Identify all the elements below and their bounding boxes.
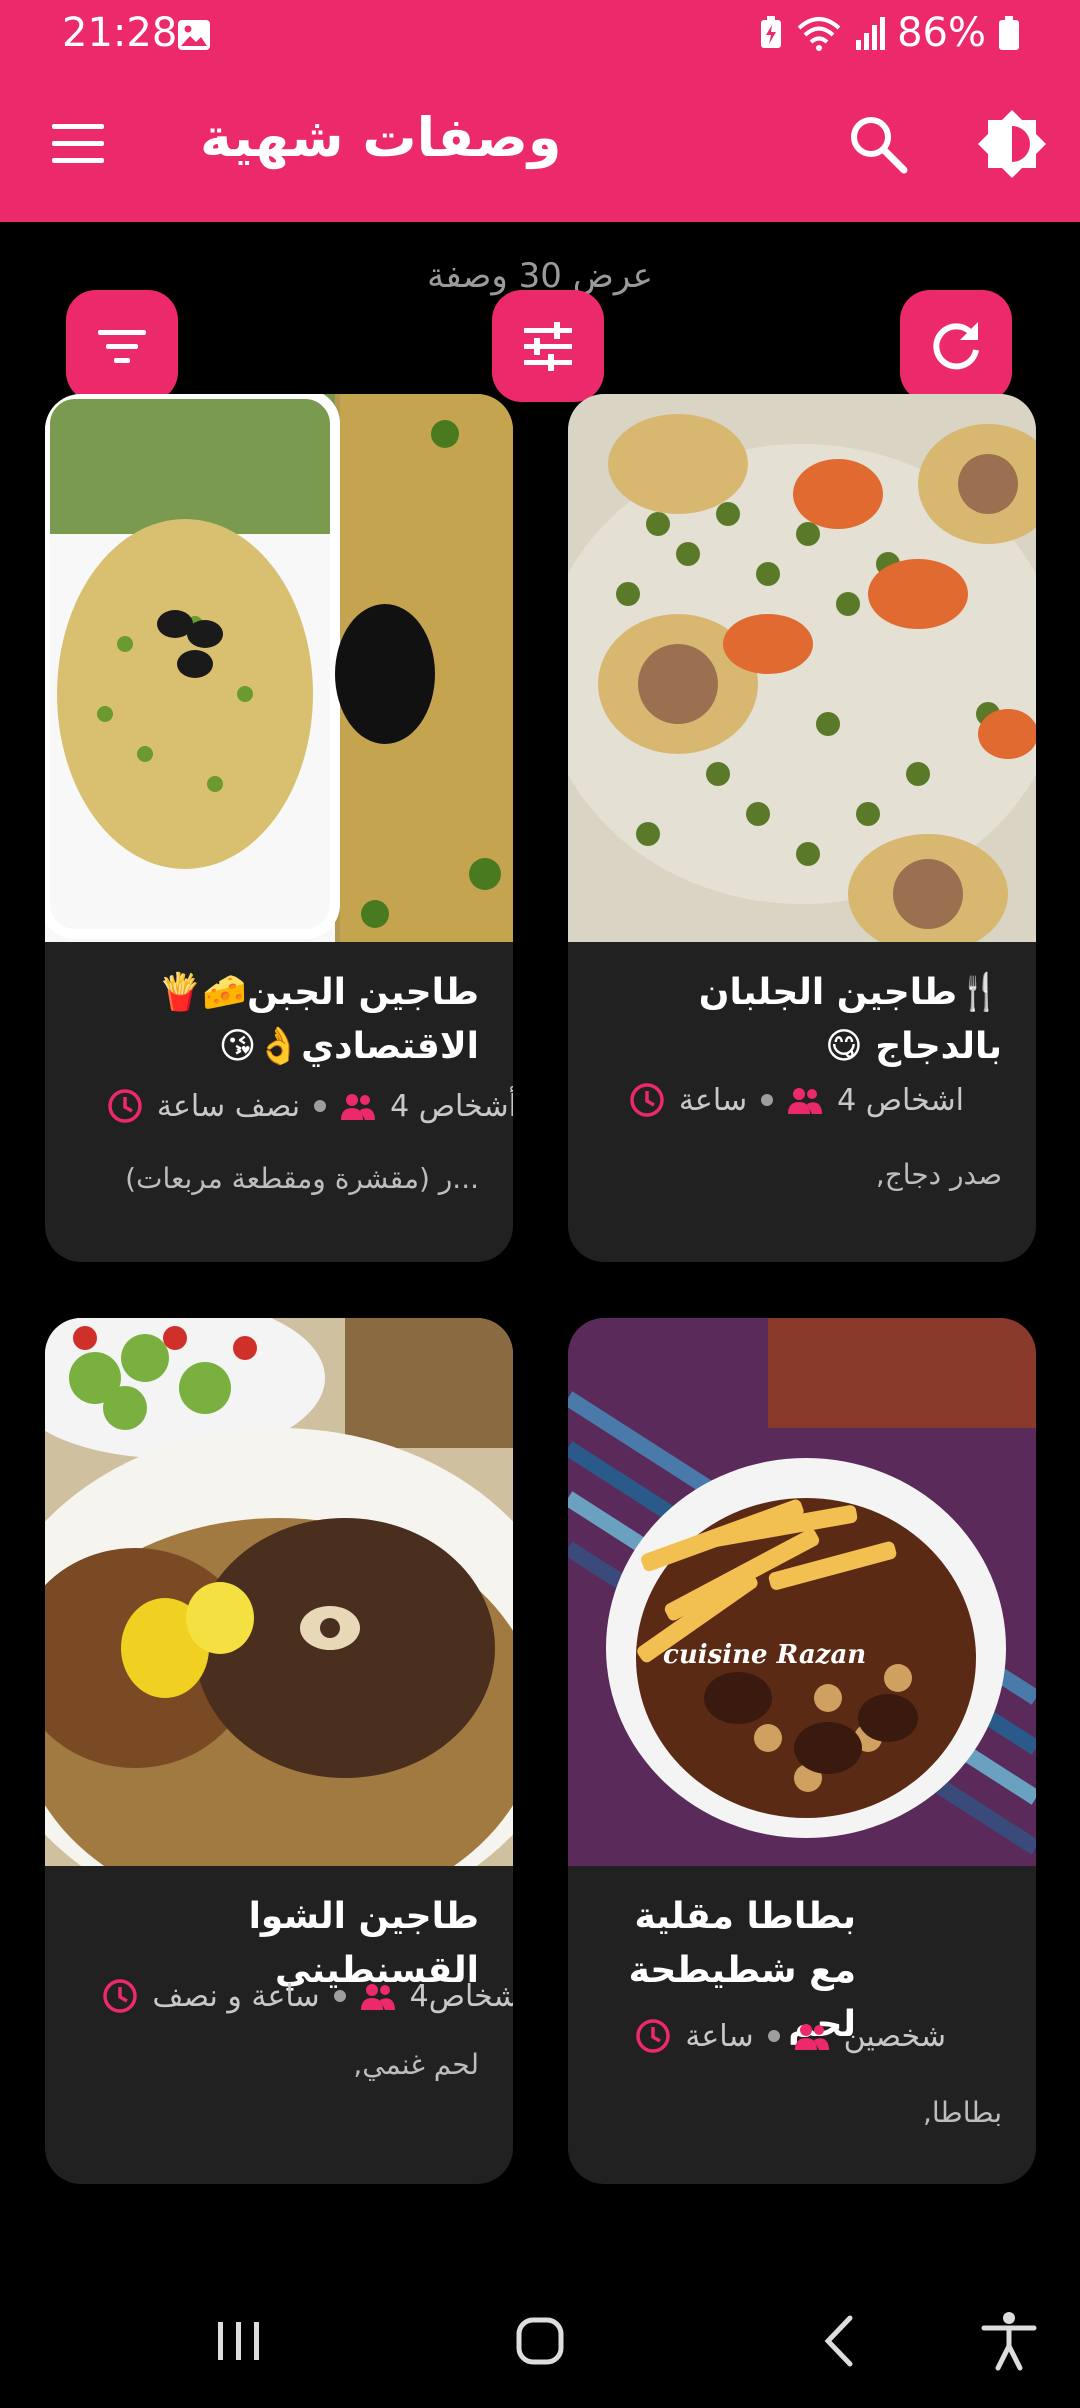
recipe-card[interactable]: طاجين الجبن🧀🍟 الاقتصادي👌😘 أشخاص 4 نصف سا… (45, 394, 513, 1262)
people-count: اشخاص 4 (837, 1082, 964, 1118)
recipe-title: طاجين الجبن🧀🍟 الاقتصادي👌😘 (157, 972, 479, 1067)
recipe-meta: أشخاص 4 نصف ساعة (107, 1088, 513, 1124)
recent-apps-icon[interactable] (204, 2306, 274, 2376)
recipe-ingredients: لحم غنمي, (353, 2048, 479, 2081)
home-icon[interactable] (505, 2306, 575, 2376)
cook-time: ساعة (678, 1082, 748, 1118)
people-count: أشخاص4 (409, 1978, 513, 2014)
recipe-meta: شخصين ساعة (635, 2018, 946, 2054)
status-right: 86% (759, 10, 1020, 56)
app-bar: وصفات شهية (0, 72, 1080, 222)
back-icon[interactable] (806, 2306, 876, 2376)
menu-icon[interactable] (50, 120, 106, 168)
system-nav-bar (0, 2280, 1080, 2408)
separator-dot (333, 1990, 346, 2002)
gallery-notification-icon (178, 20, 210, 50)
filter-button[interactable] (66, 290, 178, 402)
cook-time: ساعة (685, 2018, 754, 2054)
recipe-meta: اشخاص 4 ساعة (629, 1082, 964, 1118)
people-icon (341, 1094, 376, 1120)
clock-icon (630, 1083, 664, 1117)
brightness-icon[interactable] (976, 108, 1048, 180)
battery-percent: 86% (897, 10, 986, 56)
recipe-card[interactable]: طاجين الشوا القسنطيني أشخاص4 ساعة و نصف … (45, 1318, 513, 2184)
separator-dot (314, 1100, 327, 1112)
recipe-card[interactable]: cuisine Razan بطاطا مقلية مع شطيطحة لحم … (568, 1318, 1036, 2184)
wifi-icon (797, 17, 841, 51)
people-icon (360, 1984, 395, 2010)
recipe-meta: أشخاص4 ساعة و نصف (102, 1978, 513, 2014)
tune-icon (524, 322, 572, 371)
recipe-image (568, 394, 1036, 942)
clock-icon (103, 1979, 138, 2013)
recipe-ingredients: صدر دجاج, (875, 1158, 1002, 1191)
separator-dot (761, 1094, 774, 1106)
signal-icon (856, 17, 886, 50)
separator-dot (767, 2030, 780, 2042)
refresh-icon (933, 322, 979, 370)
status-bar: 21:28 86% (0, 0, 1080, 72)
battery-icon (999, 16, 1019, 50)
image-watermark: cuisine Razan (663, 1640, 866, 1670)
recipe-image (45, 394, 513, 942)
refresh-button[interactable] (900, 290, 1012, 402)
recipe-ingredients: ...ر (مقشرة ومقطعة مربعات) (125, 1162, 479, 1195)
filter-icon (98, 330, 146, 363)
app-title: وصفات شهية (200, 106, 562, 169)
clock-icon (636, 2019, 671, 2053)
cook-time: ساعة و نصف (152, 1978, 320, 2014)
recipe-image (45, 1318, 513, 1866)
clock-icon (108, 1089, 142, 1123)
people-icon (794, 2024, 829, 2050)
cook-time: نصف ساعة (156, 1088, 301, 1124)
recipe-card[interactable]: 🍴طاجين الجلبان بالدجاج 😋 اشخاص 4 ساعة صد… (568, 394, 1036, 1262)
people-icon (788, 1088, 823, 1114)
tune-button[interactable] (492, 290, 604, 402)
people-count: شخصين (843, 2018, 946, 2054)
accessibility-icon[interactable] (974, 2306, 1044, 2376)
people-count: أشخاص 4 (390, 1088, 513, 1124)
battery-saver-icon (761, 16, 782, 48)
recipe-image: cuisine Razan (568, 1318, 1036, 1866)
recipe-ingredients: بطاطا, (922, 2096, 1002, 2129)
status-time: 21:28 (62, 10, 178, 56)
search-icon[interactable] (846, 112, 910, 176)
recipe-title: 🍴طاجين الجلبان بالدجاج 😋 (698, 972, 1002, 1067)
